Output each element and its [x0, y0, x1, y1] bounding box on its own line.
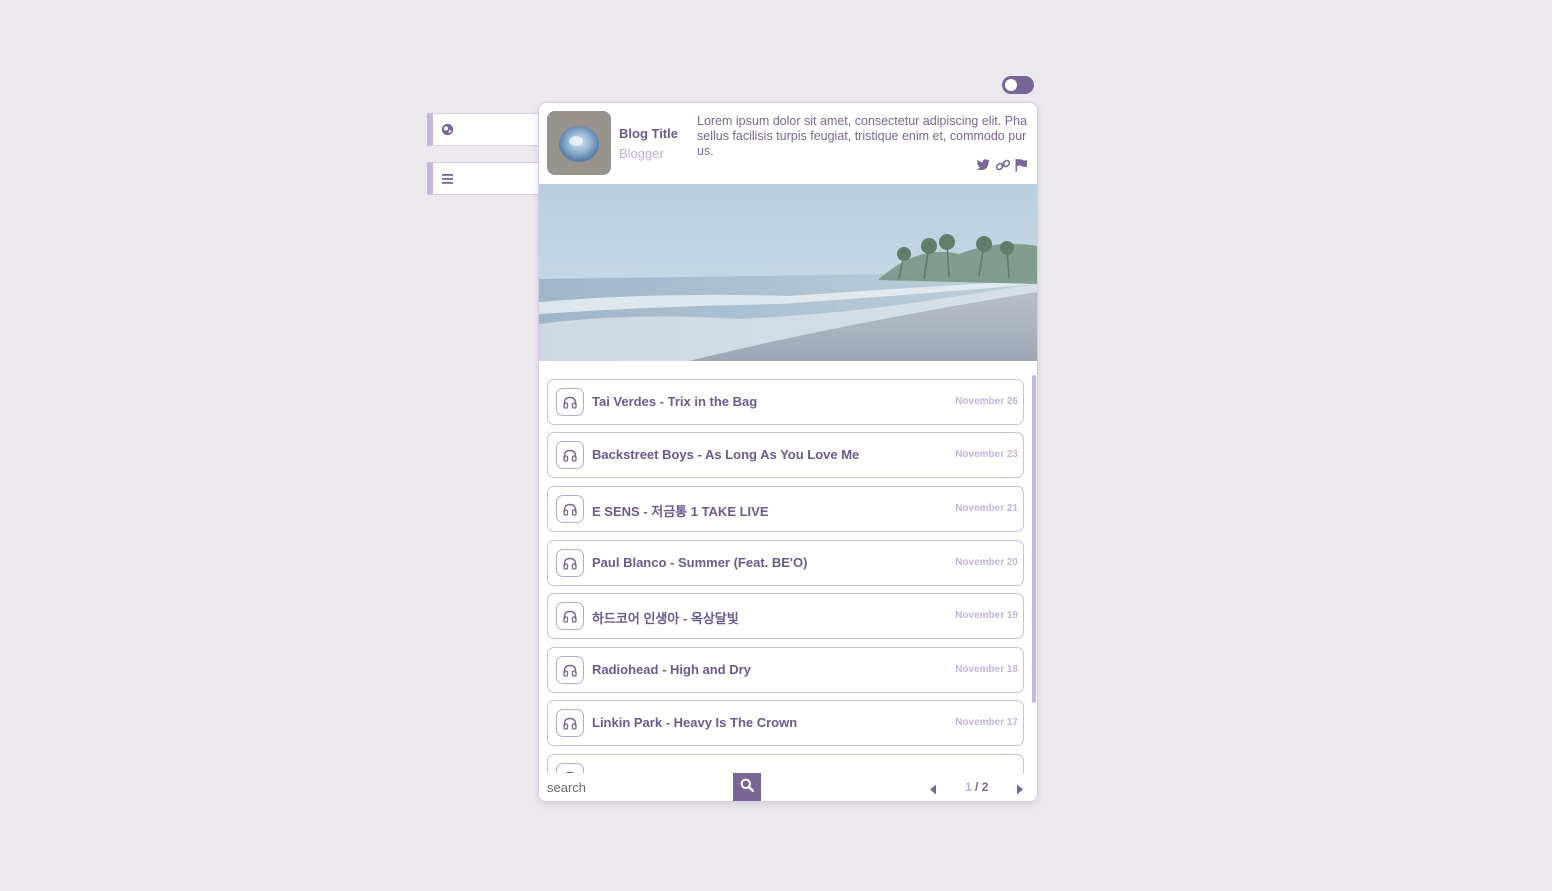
next-page-icon[interactable] — [1016, 782, 1024, 800]
post-title: Tai Verdes - Trix in the Bag — [592, 394, 758, 409]
search-input[interactable] — [539, 773, 732, 801]
blog-description: Lorem ipsum dolor sit amet, consectetur … — [697, 114, 1028, 158]
flag-icon[interactable] — [1014, 158, 1029, 172]
post-date: November 23 — [955, 449, 1018, 460]
post-item[interactable]: Tai Verdes - Trix in the Bag November 26 — [547, 379, 1024, 425]
social-links — [976, 158, 1029, 172]
blog-subtitle: Blogger — [619, 146, 664, 161]
headphones-icon — [556, 549, 584, 577]
headphones-icon — [556, 495, 584, 523]
blog-header: Blog Title Blogger Lorem ipsum dolor sit… — [539, 103, 1037, 184]
post-title: E SENS - 저금통 1 TAKE LIVE — [592, 504, 769, 519]
headphones-icon — [556, 441, 584, 469]
post-date: November 17 — [955, 717, 1018, 728]
avatar — [547, 111, 611, 175]
post-title: Backstreet Boys - As Long As You Love Me — [592, 447, 860, 462]
page-current: 1 — [965, 780, 972, 794]
post-item[interactable]: Paul Blanco - Summer (Feat. BE'O) Novemb… — [547, 540, 1024, 586]
link-icon[interactable] — [995, 158, 1011, 172]
post-date: November 19 — [955, 610, 1018, 621]
post-list: Tai Verdes - Trix in the Bag November 26… — [547, 379, 1025, 773]
blog-card: Blog Title Blogger Lorem ipsum dolor sit… — [538, 102, 1038, 802]
post-item-partial[interactable] — [547, 754, 1024, 773]
page-total: / 2 — [975, 780, 989, 794]
twitter-icon[interactable] — [976, 158, 991, 172]
headphones-icon — [556, 656, 584, 684]
prev-page-icon[interactable] — [929, 782, 937, 800]
headphones-icon — [556, 388, 584, 416]
side-tab-menu[interactable] — [427, 162, 539, 195]
toggle-knob — [1005, 79, 1017, 91]
side-tab-globe[interactable] — [427, 113, 539, 146]
headphones-icon — [556, 763, 584, 773]
post-date: November 21 — [955, 503, 1018, 514]
post-item[interactable]: E SENS - 저금통 1 TAKE LIVE November 21 — [547, 486, 1024, 532]
list-scrollbar[interactable] — [1032, 375, 1036, 703]
post-item[interactable]: Radiohead - High and Dry November 18 — [547, 647, 1024, 693]
search-button[interactable] — [733, 773, 761, 801]
post-title: 하드코어 인생아 - 옥상달빛 — [592, 611, 739, 626]
globe-icon — [441, 123, 454, 136]
post-date: November 20 — [955, 557, 1018, 568]
post-title: Linkin Park - Heavy Is The Crown — [592, 715, 798, 730]
headphones-icon — [556, 709, 584, 737]
menu-icon — [441, 173, 454, 185]
post-item[interactable]: Backstreet Boys - As Long As You Love Me… — [547, 432, 1024, 478]
post-date: November 26 — [955, 396, 1018, 407]
post-date: November 18 — [955, 664, 1018, 675]
banner-image — [539, 184, 1037, 361]
post-item[interactable]: Linkin Park - Heavy Is The Crown Novembe… — [547, 700, 1024, 746]
post-title: Paul Blanco - Summer (Feat. BE'O) — [592, 555, 808, 570]
card-footer: 1 / 2 — [539, 773, 1037, 801]
theme-toggle[interactable] — [1002, 76, 1034, 94]
blog-title: Blog Title — [619, 126, 678, 141]
search-icon — [740, 778, 754, 797]
headphones-icon — [556, 602, 584, 630]
post-title: Radiohead - High and Dry — [592, 662, 751, 677]
post-item[interactable]: 하드코어 인생아 - 옥상달빛 November 19 — [547, 593, 1024, 639]
